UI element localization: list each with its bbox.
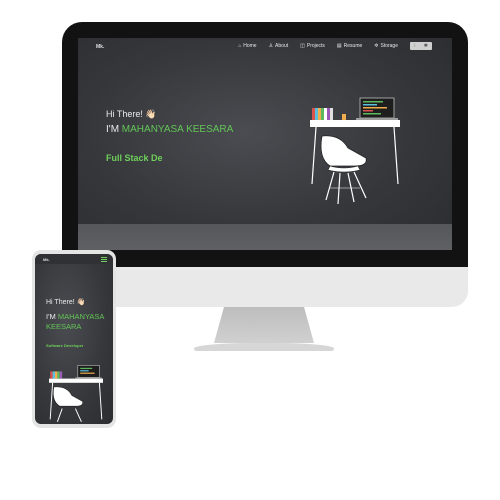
nav-about[interactable]: ♙ About — [269, 43, 289, 49]
navbar: Mk. ⌂ Home ♙ About ◫ Projects ▤ Resume ✲… — [78, 38, 452, 58]
home-icon: ⌂ — [238, 43, 242, 49]
phone-hero-name-line: I'M MAHANYASA KEESARA — [46, 312, 113, 332]
monitor-stand-base — [194, 343, 334, 351]
desk-illustration — [310, 97, 400, 205]
nav-projects-label: Projects — [306, 43, 325, 49]
phone-hero-im: I'M — [46, 312, 58, 321]
nav-home[interactable]: ⌂ Home — [238, 43, 256, 49]
projects-icon: ◫ — [300, 43, 305, 49]
nav-home-label: Home — [243, 43, 257, 49]
phone-hero-greeting: Hi There! 👋🏻 — [46, 299, 86, 306]
nav-links: ⌂ Home ♙ About ◫ Projects ▤ Resume ✲ Sto… — [238, 42, 432, 50]
star-icon: ✱ — [423, 43, 428, 49]
theme-toggle-button[interactable]: ⁝ ✱ — [410, 42, 432, 50]
hamburger-menu-icon[interactable] — [101, 257, 107, 262]
desktop-screen: Mk. ⌂ Home ♙ About ◫ Projects ▤ Resume ✲… — [78, 38, 452, 250]
nav-storage[interactable]: ✲ Storage — [374, 43, 398, 49]
storage-icon: ✲ — [374, 43, 379, 49]
hero-name: MAHANYASA KEESARA — [121, 124, 234, 135]
phone-hero-role: Software Developer — [46, 343, 84, 348]
phone-screen: Mk. Hi There! 👋🏻 I'M MAHANYASA KEESARA S… — [35, 254, 113, 424]
phone-navbar: Mk. — [35, 254, 113, 264]
fork-icon: ⁝ — [414, 43, 416, 49]
nav-resume[interactable]: ▤ Resume — [337, 43, 362, 49]
nav-storage-label: Storage — [380, 43, 398, 49]
hero-im: I'M — [106, 124, 122, 135]
nav-resume-label: Resume — [343, 43, 363, 49]
site-logo[interactable]: Mk. — [96, 44, 104, 50]
monitor-stand-neck — [214, 307, 314, 343]
resume-icon: ▤ — [336, 43, 342, 49]
hero-name-line: I'M MAHANYASA KEESARA — [106, 124, 233, 135]
user-icon: ♙ — [268, 43, 274, 49]
hero-greeting: Hi There! 👋🏻 — [106, 109, 157, 119]
phone-site-logo[interactable]: Mk. — [43, 257, 50, 262]
nav-projects[interactable]: ◫ Projects — [300, 43, 325, 49]
phone-desk-illustration — [49, 365, 103, 422]
floor — [78, 224, 452, 250]
nav-about-label: About — [275, 43, 289, 49]
hero-typewriter-role: Full Stack De — [106, 153, 163, 163]
monitor-chin — [62, 267, 468, 307]
